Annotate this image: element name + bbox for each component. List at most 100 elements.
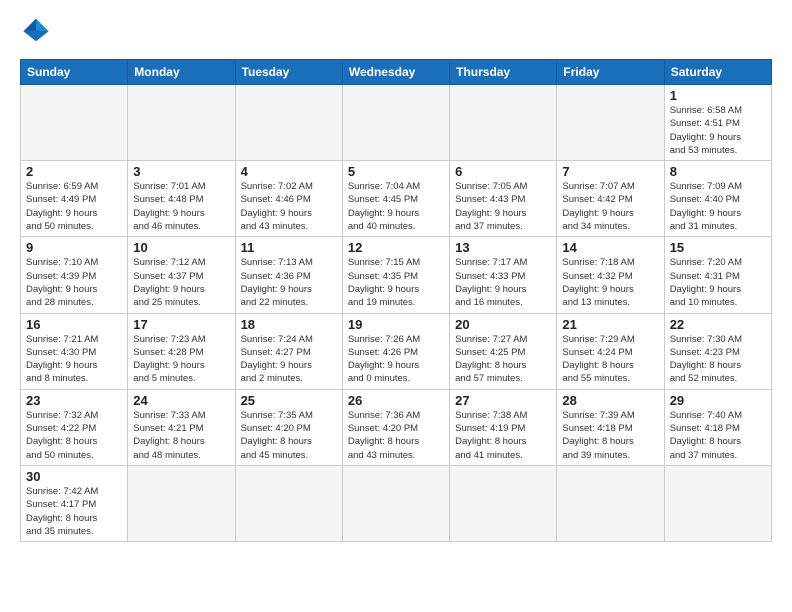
logo [20, 16, 54, 49]
calendar-cell: 24Sunrise: 7:33 AM Sunset: 4:21 PM Dayli… [128, 389, 235, 465]
calendar-cell: 14Sunrise: 7:18 AM Sunset: 4:32 PM Dayli… [557, 237, 664, 313]
date-number: 21 [562, 317, 658, 332]
date-number: 5 [348, 164, 444, 179]
weekday-header-tuesday: Tuesday [235, 60, 342, 85]
calendar-cell: 16Sunrise: 7:21 AM Sunset: 4:30 PM Dayli… [21, 313, 128, 389]
calendar-cell: 21Sunrise: 7:29 AM Sunset: 4:24 PM Dayli… [557, 313, 664, 389]
calendar-cell [21, 85, 128, 161]
cell-daylight-info: Sunrise: 7:04 AM Sunset: 4:45 PM Dayligh… [348, 180, 444, 233]
cell-daylight-info: Sunrise: 7:15 AM Sunset: 4:35 PM Dayligh… [348, 256, 444, 309]
cell-daylight-info: Sunrise: 7:17 AM Sunset: 4:33 PM Dayligh… [455, 256, 551, 309]
cell-daylight-info: Sunrise: 7:38 AM Sunset: 4:19 PM Dayligh… [455, 409, 551, 462]
date-number: 14 [562, 240, 658, 255]
calendar-cell [450, 85, 557, 161]
cell-daylight-info: Sunrise: 7:30 AM Sunset: 4:23 PM Dayligh… [670, 333, 766, 386]
calendar-cell [664, 465, 771, 541]
calendar-cell: 20Sunrise: 7:27 AM Sunset: 4:25 PM Dayli… [450, 313, 557, 389]
cell-daylight-info: Sunrise: 7:26 AM Sunset: 4:26 PM Dayligh… [348, 333, 444, 386]
date-number: 2 [26, 164, 122, 179]
calendar-cell: 8Sunrise: 7:09 AM Sunset: 4:40 PM Daylig… [664, 161, 771, 237]
cell-daylight-info: Sunrise: 7:18 AM Sunset: 4:32 PM Dayligh… [562, 256, 658, 309]
date-number: 28 [562, 393, 658, 408]
calendar-cell: 3Sunrise: 7:01 AM Sunset: 4:48 PM Daylig… [128, 161, 235, 237]
cell-daylight-info: Sunrise: 7:35 AM Sunset: 4:20 PM Dayligh… [241, 409, 337, 462]
calendar-cell [342, 465, 449, 541]
calendar-cell: 18Sunrise: 7:24 AM Sunset: 4:27 PM Dayli… [235, 313, 342, 389]
date-number: 12 [348, 240, 444, 255]
cell-daylight-info: Sunrise: 7:20 AM Sunset: 4:31 PM Dayligh… [670, 256, 766, 309]
cell-daylight-info: Sunrise: 7:23 AM Sunset: 4:28 PM Dayligh… [133, 333, 229, 386]
weekday-header-saturday: Saturday [664, 60, 771, 85]
date-number: 24 [133, 393, 229, 408]
weekday-header-sunday: Sunday [21, 60, 128, 85]
calendar-table: SundayMondayTuesdayWednesdayThursdayFrid… [20, 59, 772, 542]
weekday-header-wednesday: Wednesday [342, 60, 449, 85]
calendar-cell: 6Sunrise: 7:05 AM Sunset: 4:43 PM Daylig… [450, 161, 557, 237]
calendar-cell [342, 85, 449, 161]
calendar-cell [128, 85, 235, 161]
cell-daylight-info: Sunrise: 7:02 AM Sunset: 4:46 PM Dayligh… [241, 180, 337, 233]
calendar-cell [128, 465, 235, 541]
date-number: 17 [133, 317, 229, 332]
cell-daylight-info: Sunrise: 7:13 AM Sunset: 4:36 PM Dayligh… [241, 256, 337, 309]
calendar-cell [557, 465, 664, 541]
week-row-6: 30Sunrise: 7:42 AM Sunset: 4:17 PM Dayli… [21, 465, 772, 541]
weekday-header-row: SundayMondayTuesdayWednesdayThursdayFrid… [21, 60, 772, 85]
calendar-page: SundayMondayTuesdayWednesdayThursdayFrid… [0, 0, 792, 612]
calendar-cell [235, 85, 342, 161]
weekday-header-monday: Monday [128, 60, 235, 85]
calendar-cell: 22Sunrise: 7:30 AM Sunset: 4:23 PM Dayli… [664, 313, 771, 389]
date-number: 7 [562, 164, 658, 179]
cell-daylight-info: Sunrise: 7:27 AM Sunset: 4:25 PM Dayligh… [455, 333, 551, 386]
date-number: 10 [133, 240, 229, 255]
cell-daylight-info: Sunrise: 7:36 AM Sunset: 4:20 PM Dayligh… [348, 409, 444, 462]
calendar-cell: 11Sunrise: 7:13 AM Sunset: 4:36 PM Dayli… [235, 237, 342, 313]
calendar-cell [557, 85, 664, 161]
cell-daylight-info: Sunrise: 6:58 AM Sunset: 4:51 PM Dayligh… [670, 104, 766, 157]
cell-daylight-info: Sunrise: 7:24 AM Sunset: 4:27 PM Dayligh… [241, 333, 337, 386]
date-number: 15 [670, 240, 766, 255]
calendar-cell [450, 465, 557, 541]
calendar-cell: 23Sunrise: 7:32 AM Sunset: 4:22 PM Dayli… [21, 389, 128, 465]
calendar-cell [235, 465, 342, 541]
calendar-cell: 19Sunrise: 7:26 AM Sunset: 4:26 PM Dayli… [342, 313, 449, 389]
cell-daylight-info: Sunrise: 7:40 AM Sunset: 4:18 PM Dayligh… [670, 409, 766, 462]
cell-daylight-info: Sunrise: 7:42 AM Sunset: 4:17 PM Dayligh… [26, 485, 122, 538]
cell-daylight-info: Sunrise: 7:10 AM Sunset: 4:39 PM Dayligh… [26, 256, 122, 309]
cell-daylight-info: Sunrise: 6:59 AM Sunset: 4:49 PM Dayligh… [26, 180, 122, 233]
date-number: 29 [670, 393, 766, 408]
calendar-cell: 2Sunrise: 6:59 AM Sunset: 4:49 PM Daylig… [21, 161, 128, 237]
calendar-cell: 10Sunrise: 7:12 AM Sunset: 4:37 PM Dayli… [128, 237, 235, 313]
logo-icon [22, 16, 50, 44]
calendar-cell: 7Sunrise: 7:07 AM Sunset: 4:42 PM Daylig… [557, 161, 664, 237]
week-row-3: 9Sunrise: 7:10 AM Sunset: 4:39 PM Daylig… [21, 237, 772, 313]
date-number: 27 [455, 393, 551, 408]
date-number: 3 [133, 164, 229, 179]
calendar-cell: 25Sunrise: 7:35 AM Sunset: 4:20 PM Dayli… [235, 389, 342, 465]
date-number: 22 [670, 317, 766, 332]
weekday-header-friday: Friday [557, 60, 664, 85]
date-number: 23 [26, 393, 122, 408]
cell-daylight-info: Sunrise: 7:09 AM Sunset: 4:40 PM Dayligh… [670, 180, 766, 233]
date-number: 1 [670, 88, 766, 103]
date-number: 20 [455, 317, 551, 332]
cell-daylight-info: Sunrise: 7:07 AM Sunset: 4:42 PM Dayligh… [562, 180, 658, 233]
cell-daylight-info: Sunrise: 7:21 AM Sunset: 4:30 PM Dayligh… [26, 333, 122, 386]
date-number: 9 [26, 240, 122, 255]
calendar-cell: 12Sunrise: 7:15 AM Sunset: 4:35 PM Dayli… [342, 237, 449, 313]
calendar-cell: 26Sunrise: 7:36 AM Sunset: 4:20 PM Dayli… [342, 389, 449, 465]
calendar-cell: 29Sunrise: 7:40 AM Sunset: 4:18 PM Dayli… [664, 389, 771, 465]
week-row-2: 2Sunrise: 6:59 AM Sunset: 4:49 PM Daylig… [21, 161, 772, 237]
cell-daylight-info: Sunrise: 7:32 AM Sunset: 4:22 PM Dayligh… [26, 409, 122, 462]
calendar-cell: 28Sunrise: 7:39 AM Sunset: 4:18 PM Dayli… [557, 389, 664, 465]
calendar-cell: 1Sunrise: 6:58 AM Sunset: 4:51 PM Daylig… [664, 85, 771, 161]
header [20, 16, 772, 49]
cell-daylight-info: Sunrise: 7:29 AM Sunset: 4:24 PM Dayligh… [562, 333, 658, 386]
weekday-header-thursday: Thursday [450, 60, 557, 85]
date-number: 4 [241, 164, 337, 179]
week-row-5: 23Sunrise: 7:32 AM Sunset: 4:22 PM Dayli… [21, 389, 772, 465]
date-number: 25 [241, 393, 337, 408]
calendar-cell: 4Sunrise: 7:02 AM Sunset: 4:46 PM Daylig… [235, 161, 342, 237]
cell-daylight-info: Sunrise: 7:05 AM Sunset: 4:43 PM Dayligh… [455, 180, 551, 233]
cell-daylight-info: Sunrise: 7:33 AM Sunset: 4:21 PM Dayligh… [133, 409, 229, 462]
